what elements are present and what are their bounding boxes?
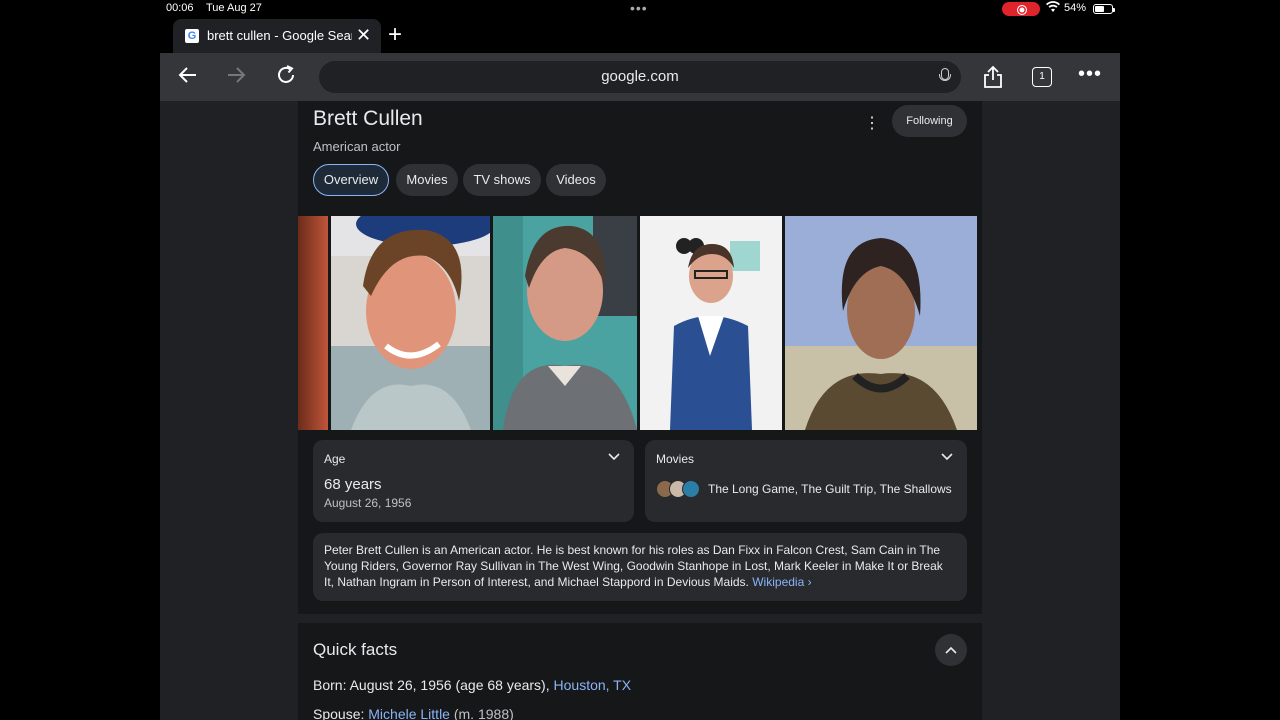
google-favicon-icon: G <box>185 29 199 43</box>
spouse-label: Spouse <box>313 706 361 720</box>
age-value: 68 years <box>324 476 382 493</box>
movie-thumbnails <box>656 480 704 498</box>
birth-date: August 26, 1956 <box>324 496 412 510</box>
carousel-image[interactable] <box>331 216 490 430</box>
address-bar-url: google.com <box>601 68 679 85</box>
knowledge-panel: Brett Cullen American actor ⋮ Following … <box>298 101 982 614</box>
carousel-image[interactable] <box>785 216 977 430</box>
wikipedia-link-label: Wikipedia <box>752 575 805 589</box>
wikipedia-link[interactable]: Wikipedia › <box>752 575 811 589</box>
quick-facts-title: Quick facts <box>313 640 398 659</box>
entity-subtitle: American actor <box>313 139 401 154</box>
tab-movies[interactable]: Movies <box>396 164 458 196</box>
address-bar[interactable]: google.com <box>319 61 961 93</box>
more-options-icon[interactable]: ••• <box>1078 63 1102 86</box>
tab-overview[interactable]: Overview <box>313 164 389 196</box>
chevron-down-icon[interactable] <box>941 450 953 464</box>
quick-facts-panel: Quick facts Born: August 26, 1956 (age 6… <box>298 623 982 720</box>
status-bar: 00:06 Tue Aug 27 ••• 54% <box>0 0 1280 18</box>
following-button[interactable]: Following <box>892 105 967 137</box>
back-arrow-icon[interactable] <box>175 64 201 90</box>
movies-label: Movies <box>656 452 695 466</box>
multitasking-dots-icon[interactable]: ••• <box>630 0 648 16</box>
wifi-icon <box>1046 1 1060 16</box>
tab-videos[interactable]: Videos <box>546 164 606 196</box>
born-fact: Born: August 26, 1956 (age 68 years), Ho… <box>313 677 632 693</box>
age-label: Age <box>324 452 346 466</box>
close-tab-icon[interactable]: ✕ <box>356 25 371 45</box>
movies-card[interactable]: Movies The Long Game, The Guilt Trip, Th… <box>645 440 967 522</box>
battery-percentage: 54% <box>1064 2 1087 14</box>
battery-icon <box>1093 4 1115 14</box>
description-text: Peter Brett Cullen is an American actor.… <box>324 543 943 589</box>
tab-tv-shows[interactable]: TV shows <box>463 164 541 196</box>
new-tab-icon[interactable]: + <box>388 22 402 48</box>
status-date: Tue Aug 27 <box>206 2 262 14</box>
tab-title: brett cullen - Google Search <box>207 28 352 43</box>
status-time: 00:06 <box>166 2 194 14</box>
image-carousel <box>298 216 982 430</box>
search-results-page: Brett Cullen American actor ⋮ Following … <box>160 101 1120 720</box>
born-label: Born <box>313 677 343 693</box>
forward-arrow-icon[interactable] <box>223 64 249 90</box>
tab-strip: G brett cullen - Google Search ✕ + <box>160 18 1120 53</box>
born-value: August 26, 1956 (age 68 years), <box>349 677 550 693</box>
birthplace-link[interactable]: Houston, TX <box>554 677 632 693</box>
spouse-note: (m. 1988) <box>453 706 514 720</box>
carousel-image[interactable] <box>640 216 782 430</box>
movie-thumbnail <box>682 480 700 498</box>
tab-switcher-button[interactable]: 1 <box>1032 67 1052 87</box>
entity-name: Brett Cullen <box>313 107 423 130</box>
spouse-fact: Spouse: Michele Little (m. 1988) <box>313 706 514 720</box>
chevron-down-icon[interactable] <box>608 450 620 464</box>
share-icon[interactable] <box>982 65 1004 89</box>
reload-icon[interactable] <box>273 64 299 90</box>
browser-tab[interactable]: G brett cullen - Google Search ✕ <box>173 19 381 53</box>
screen-recording-icon <box>1002 2 1040 16</box>
age-card[interactable]: Age 68 years August 26, 1956 <box>313 440 634 522</box>
carousel-image[interactable] <box>298 216 328 430</box>
carousel-image[interactable] <box>493 216 637 430</box>
description-box: Peter Brett Cullen is an American actor.… <box>313 533 967 601</box>
browser-toolbar: google.com 1 ••• <box>160 53 1120 101</box>
microphone-icon[interactable] <box>939 68 951 83</box>
movies-list: The Long Game, The Guilt Trip, The Shall… <box>708 482 952 496</box>
chevron-up-icon[interactable] <box>935 634 967 666</box>
spouse-link[interactable]: Michele Little <box>368 706 450 720</box>
more-vert-icon[interactable]: ⋮ <box>864 113 880 133</box>
